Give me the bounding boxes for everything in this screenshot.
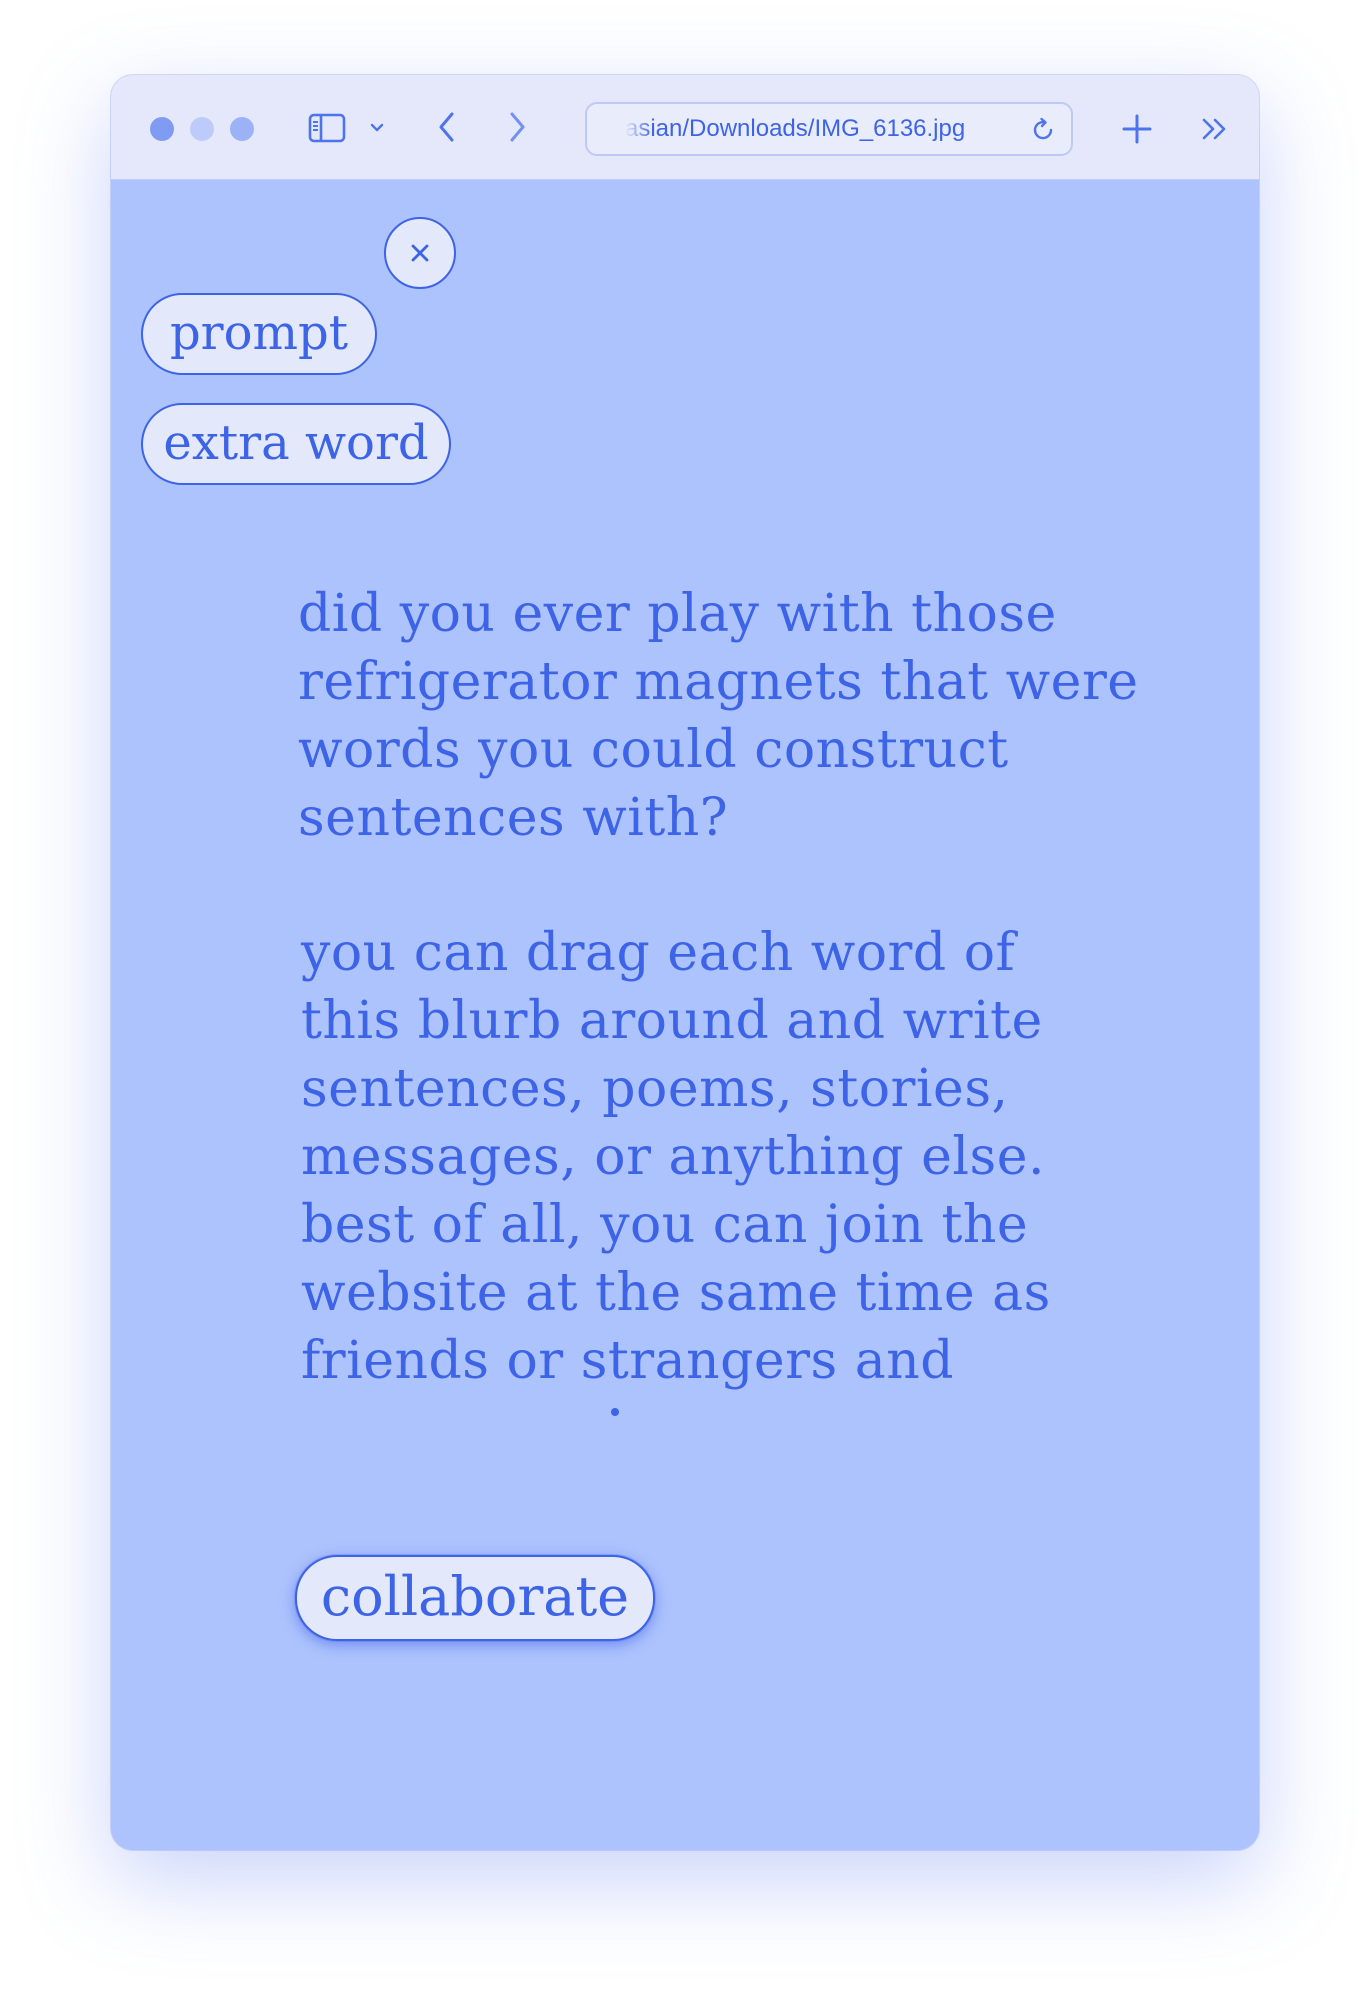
new-tab-plus-icon[interactable] [1117,109,1157,149]
draggable-word-line[interactable]: you can drag each word of [301,919,1051,987]
forward-arrow-icon[interactable] [499,107,535,147]
back-arrow-glyph [439,112,454,142]
draggable-word-line[interactable]: messages, or anything else. [301,1123,1051,1191]
draggable-word-line[interactable]: words you could construct [298,716,1139,784]
more-chevrons-icon[interactable] [1197,111,1233,147]
back-arrow-icon[interactable] [429,107,465,147]
zoom-window-button[interactable] [230,117,254,141]
forward-arrow-glyph [510,112,525,142]
double-chevron-glyph [1202,118,1226,140]
reload-glyph [1033,117,1053,140]
prompt-button[interactable]: prompt [141,293,377,375]
browser-window: asian/Downloads/IMG_6136.jpg prompt extr… [111,75,1259,1850]
period-word-dot[interactable] [611,1408,619,1416]
chevron-down-icon[interactable] [365,113,389,143]
blurb-paragraph-2: you can drag each word of this blurb aro… [301,919,1051,1395]
chevron-down-glyph [370,123,384,132]
extra-word-button[interactable]: extra word [141,403,451,485]
close-button[interactable] [384,217,456,289]
address-bar[interactable]: asian/Downloads/IMG_6136.jpg [585,102,1073,156]
browser-toolbar: asian/Downloads/IMG_6136.jpg [111,75,1259,180]
close-window-button[interactable] [150,117,174,141]
draggable-word-line[interactable]: refrigerator magnets that were [298,648,1139,716]
minimize-window-button[interactable] [190,117,214,141]
draggable-word-line[interactable]: this blurb around and write [301,987,1051,1055]
draggable-word-line[interactable]: sentences with? [298,784,1139,852]
draggable-word-line[interactable]: best of all, you can join the [301,1191,1051,1259]
draggable-word-line[interactable]: website at the same time as [301,1259,1051,1327]
draggable-word-line[interactable]: friends or strangers and [301,1327,1051,1395]
plus-glyph [1122,114,1152,144]
blurb-paragraph-1: did you ever play with those refrigerato… [298,580,1139,852]
draggable-word-line[interactable]: did you ever play with those [298,580,1139,648]
draggable-word-line[interactable]: sentences, poems, stories, [301,1055,1051,1123]
collaborate-button[interactable]: collaborate [295,1555,655,1641]
page-content: prompt extra word did you ever play with… [111,180,1259,1850]
reload-icon[interactable] [1027,114,1059,146]
sidebar-toggle-glyph [308,113,346,143]
close-icon [411,244,429,262]
sidebar-toggle-icon[interactable] [307,111,347,145]
address-bar-url: asian/Downloads/IMG_6136.jpg [625,115,966,142]
